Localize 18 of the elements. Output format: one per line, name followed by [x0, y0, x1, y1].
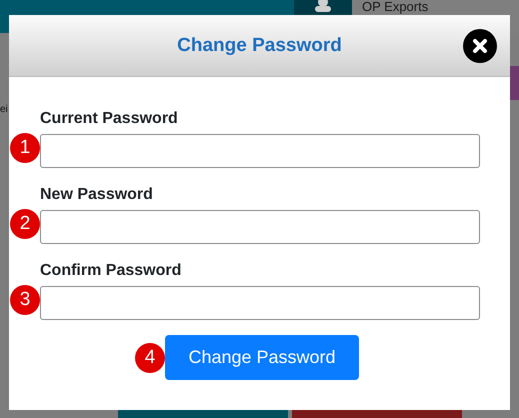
- step-badge: 3: [10, 285, 40, 315]
- close-icon: [472, 38, 488, 54]
- close-button[interactable]: [463, 29, 497, 63]
- password-field[interactable]: [40, 210, 480, 244]
- account-name: OP Exports: [362, 0, 428, 14]
- dialog-title: Change Password: [177, 34, 342, 56]
- field-label: Confirm Password: [40, 262, 182, 280]
- field-label: New Password: [40, 186, 154, 204]
- step-badge: 1: [10, 133, 40, 163]
- step-badge: 2: [10, 209, 40, 239]
- password-field[interactable]: [40, 134, 480, 168]
- background-text: ei: [0, 104, 8, 115]
- change-password-button[interactable]: Change Password: [165, 335, 359, 380]
- step-badge: 4: [135, 343, 165, 373]
- field-label: Current Password: [40, 110, 179, 128]
- user-icon: [314, 0, 332, 12]
- password-field[interactable]: [40, 286, 480, 320]
- background-panel: [510, 66, 519, 100]
